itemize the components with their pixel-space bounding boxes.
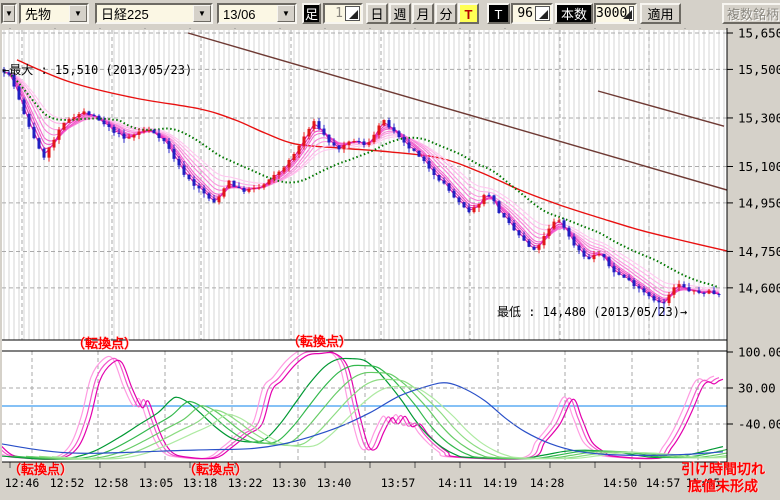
chevron-down-icon[interactable]: ▼ — [69, 5, 87, 22]
oscillator-axis-label: 30.00 — [738, 381, 776, 396]
time-axis-label: 12:52 — [50, 476, 85, 490]
time-axis-label: 13:05 — [139, 476, 174, 490]
instrument-select[interactable]: 先物 ▼ — [19, 3, 89, 24]
period-daily-button[interactable]: 日 — [366, 3, 388, 24]
bar-interval-value: 1 — [325, 5, 345, 22]
bar-count-stepper[interactable]: 3000 — [594, 3, 637, 24]
chevron-down-icon[interactable]: ▼ — [277, 5, 295, 22]
time-axis-label: 14:19 — [483, 476, 518, 490]
bar-interval-stepper[interactable]: 1 — [323, 3, 363, 24]
period-minute-button[interactable]: 分 — [435, 3, 457, 24]
time-axis-label: 13:22 — [228, 476, 263, 490]
time-axis-label: 12:58 — [94, 476, 129, 490]
price-axis-label: 15,100 — [738, 159, 780, 174]
main-plot-area[interactable] — [2, 30, 727, 340]
mini-dropdown[interactable]: ▼ — [1, 3, 17, 24]
toolbar: ▼ 先物 ▼ 日経225 ▼ 13/06 ▼ 足 1 日 週 月 分 T T 9… — [0, 0, 780, 28]
oscillator-axis-label: -40.00 — [738, 417, 780, 432]
price-axis-label: 15,500 — [738, 62, 780, 77]
bar-count-label: 本数 — [555, 3, 593, 24]
time-axis-label: 14:57 — [646, 476, 681, 490]
tick-count-stepper[interactable]: 96 — [511, 3, 553, 24]
price-axis-label: 14,600 — [738, 280, 780, 295]
oscillator-axis-label: 100.00 — [738, 344, 780, 359]
price-axis-label: 15,300 — [738, 110, 780, 125]
tick-count-value: 96 — [513, 5, 535, 22]
period-monthly-button[interactable]: 月 — [412, 3, 434, 24]
period-tick-button[interactable]: T — [458, 3, 479, 24]
chart-canvas[interactable]: 15,65015,50015,30015,10014,95014,75014,6… — [0, 0, 780, 500]
price-axis-label: 14,750 — [738, 244, 780, 259]
stepper-icon[interactable] — [629, 6, 634, 21]
time-axis-label: 13:30 — [272, 476, 307, 490]
chevron-down-icon[interactable]: ▼ — [3, 5, 15, 22]
contract-month-select[interactable]: 13/06 ▼ — [217, 3, 297, 24]
period-weekly-button[interactable]: 週 — [389, 3, 411, 24]
price-axis-label: 14,950 — [738, 195, 780, 210]
time-axis-label: 12:46 — [5, 476, 40, 490]
time-axis-label: 14:28 — [530, 476, 565, 490]
time-axis-label: 13:40 — [317, 476, 352, 490]
time-axis-label: 14:50 — [603, 476, 638, 490]
multi-symbol-button[interactable]: 複数銘柄 — [722, 3, 780, 24]
instrument-value: 先物 — [21, 5, 69, 22]
stepper-icon[interactable] — [535, 6, 550, 21]
symbol-select[interactable]: 日経225 ▼ — [95, 3, 213, 24]
apply-button[interactable]: 適用 — [640, 3, 681, 24]
time-axis-label: 14:11 — [438, 476, 473, 490]
stepper-icon[interactable] — [345, 6, 360, 21]
symbol-value: 日経225 — [97, 5, 193, 22]
contract-month-value: 13/06 — [219, 5, 277, 22]
bar-type-button[interactable]: 足 — [302, 3, 321, 24]
time-axis-label: 13:57 — [381, 476, 416, 490]
time-axis-label: 15:05 — [686, 476, 721, 490]
chevron-down-icon[interactable]: ▼ — [193, 5, 211, 22]
tick-count-label: T — [487, 3, 510, 24]
time-axis-label: 13:18 — [183, 476, 218, 490]
